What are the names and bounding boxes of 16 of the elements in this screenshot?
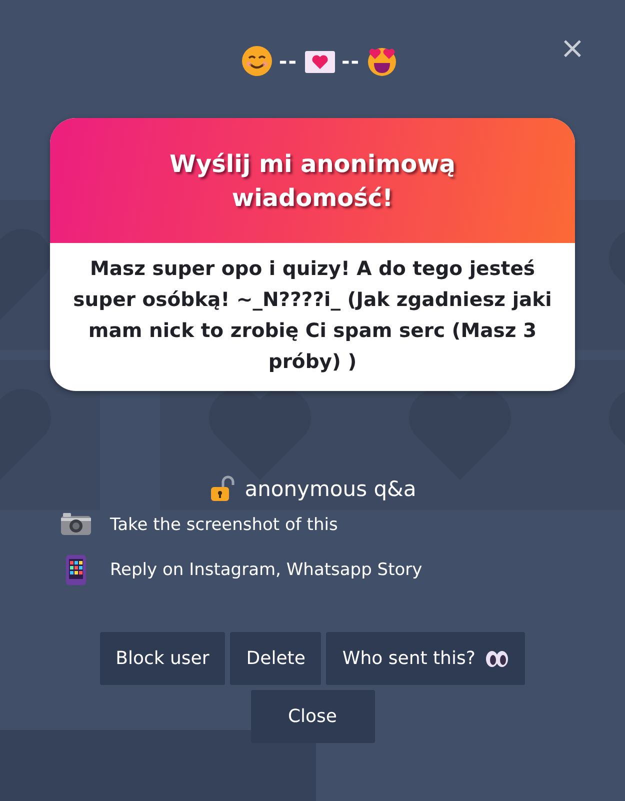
close-button[interactable]: × <box>560 34 585 64</box>
dash-separator: -- <box>278 49 298 73</box>
block-user-button[interactable]: Block user <box>100 632 226 685</box>
section-title: anonymous q&a <box>244 477 416 501</box>
instruction-text: Take the screenshot of this <box>110 515 338 535</box>
message-text: Masz super opo i quizy! A do tego jesteś super osóbką! ~_N????i_ (Jak zgadniesz jaki mam nick to zrobię Ci spam serc (Masz 3 próby) ) <box>72 256 553 375</box>
heart-eyes-face-icon <box>366 45 398 77</box>
unlocked-padlock-icon <box>208 475 235 503</box>
delete-button[interactable]: Delete <box>230 632 322 685</box>
close-button[interactable]: Close <box>250 690 374 743</box>
dash-separator: -- <box>342 49 360 73</box>
reveal-sender-button[interactable]: Who sent this? <box>326 632 526 685</box>
eyes-icon <box>485 650 510 668</box>
card-title: Wyślij mi anonimową wiadomość! <box>168 148 456 214</box>
smiling-face-icon <box>240 45 273 77</box>
instruction-text: Reply on Instagram, Whatsapp Story <box>110 560 422 580</box>
